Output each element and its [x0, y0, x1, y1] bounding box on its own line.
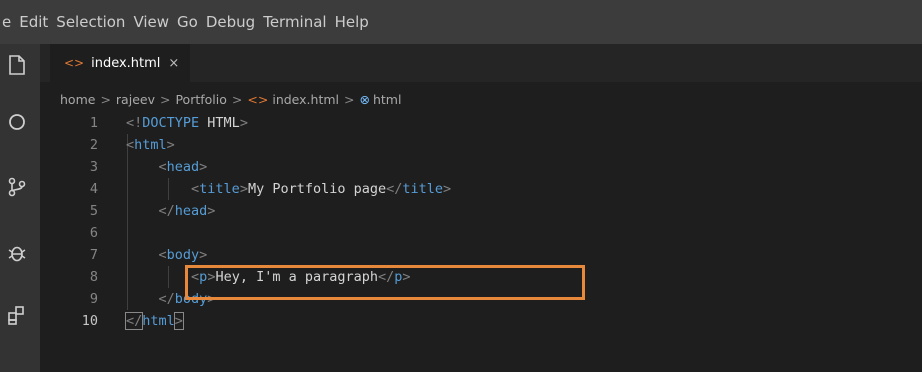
- tab-index-html[interactable]: <> index.html ×: [50, 44, 190, 82]
- token-tag: html: [134, 137, 167, 153]
- breadcrumb-item-home[interactable]: home: [60, 92, 95, 107]
- token-punc: </: [124, 312, 144, 330]
- code-line[interactable]: 3 <head>: [40, 156, 922, 178]
- menu-item-selection[interactable]: Selection: [56, 13, 133, 31]
- menu-item-edit[interactable]: Edit: [19, 13, 56, 31]
- tab-bar: <> index.html ×: [40, 44, 922, 82]
- token-punc: >: [199, 247, 208, 263]
- breadcrumb-item-html[interactable]: html: [373, 92, 401, 107]
- token-plain: HTML: [199, 115, 240, 131]
- code-line[interactable]: 5 </head>: [40, 200, 922, 222]
- breadcrumb-separator: >: [231, 91, 243, 107]
- code-text: </html>: [124, 310, 184, 332]
- token-plain: My Portfolio page: [247, 181, 387, 197]
- line-number: 1: [89, 115, 98, 131]
- code-line[interactable]: 1 <!DOCTYPE HTML>: [40, 112, 922, 134]
- token-tag: title: [402, 181, 444, 197]
- token-punc: >: [207, 203, 216, 219]
- line-number: 8: [89, 269, 98, 285]
- code-line[interactable]: 6: [40, 222, 922, 244]
- debug-icon[interactable]: [6, 242, 28, 264]
- line-number: 5: [89, 203, 98, 219]
- token-tag: DOCTYPE: [142, 115, 200, 131]
- line-number: 4: [89, 181, 98, 197]
- code-text: <html>: [126, 134, 175, 156]
- line-number: 3: [89, 159, 98, 175]
- close-icon[interactable]: ×: [168, 56, 179, 71]
- html-file-icon: <>: [64, 56, 85, 70]
- breadcrumb: home > rajeev > Portfolio > <> index.htm…: [60, 88, 401, 110]
- token-punc: </: [158, 203, 175, 219]
- code-line[interactable]: 2 <html>: [40, 134, 922, 156]
- token-punc: <: [191, 181, 200, 197]
- editor-area: <> index.html × home > rajeev > Portfoli…: [40, 44, 922, 372]
- token-punc: >: [443, 181, 452, 197]
- token-tag: head: [166, 159, 200, 175]
- breadcrumb-separator: >: [344, 91, 355, 107]
- menu-item-help[interactable]: Help: [335, 13, 377, 31]
- breadcrumb-item-rajeev[interactable]: rajeev: [116, 92, 155, 107]
- token-tag: title: [199, 181, 240, 197]
- menu-bar: e Edit Selection View Go Debug Terminal Help: [0, 0, 922, 44]
- line-number: 7: [89, 247, 98, 263]
- code-text: <head>: [126, 156, 208, 178]
- line-number: 9: [89, 291, 98, 307]
- extensions-icon[interactable]: [6, 304, 28, 326]
- token-punc: </: [158, 291, 175, 307]
- breadcrumb-separator: >: [159, 91, 171, 107]
- highlight-box: [185, 265, 585, 300]
- breadcrumb-item-portfolio[interactable]: Portfolio: [175, 92, 226, 107]
- menu-item-e[interactable]: e: [0, 13, 19, 31]
- search-icon[interactable]: [6, 112, 28, 134]
- html-file-icon: <>: [247, 91, 269, 107]
- token-tag: body: [166, 247, 200, 263]
- line-number: 6: [89, 225, 98, 241]
- code-line[interactable]: 7 <body>: [40, 244, 922, 266]
- menu-item-view[interactable]: View: [133, 13, 177, 31]
- token-punc: >: [199, 159, 208, 175]
- tab-label: index.html: [91, 55, 161, 71]
- element-icon: ⊗: [359, 91, 370, 107]
- menu-item-go[interactable]: Go: [177, 13, 206, 31]
- token-punc: <: [158, 159, 167, 175]
- activity-bar: [0, 44, 40, 372]
- token-punc: <: [158, 247, 167, 263]
- files-icon[interactable]: [6, 54, 28, 76]
- breadcrumb-separator: >: [100, 91, 111, 107]
- token-punc: >: [239, 181, 248, 197]
- code-line[interactable]: 4 <title>My Portfolio page</title>: [40, 178, 922, 200]
- code-text: <title>My Portfolio page</title>: [126, 178, 451, 200]
- code-text: <!DOCTYPE HTML>: [126, 112, 248, 134]
- token-punc: <: [126, 137, 135, 153]
- source-control-icon[interactable]: [6, 176, 28, 198]
- menu-item-terminal[interactable]: Terminal: [263, 13, 334, 31]
- menu-item-debug[interactable]: Debug: [206, 13, 263, 31]
- line-number: 2: [89, 137, 98, 153]
- token-tag: html: [142, 313, 175, 329]
- token-punc: >: [166, 137, 175, 153]
- breadcrumb-item-index-html[interactable]: index.html: [272, 92, 339, 107]
- line-number: 10: [81, 313, 98, 329]
- code-text: <body>: [126, 244, 208, 266]
- code-text: </head>: [126, 200, 216, 222]
- token-punc: <!: [126, 115, 143, 131]
- code-line[interactable]: 10 </html>: [40, 310, 922, 332]
- token-tag: head: [174, 203, 208, 219]
- token-punc: >: [173, 312, 184, 330]
- token-punc: </: [386, 181, 403, 197]
- token-punc: >: [239, 115, 248, 131]
